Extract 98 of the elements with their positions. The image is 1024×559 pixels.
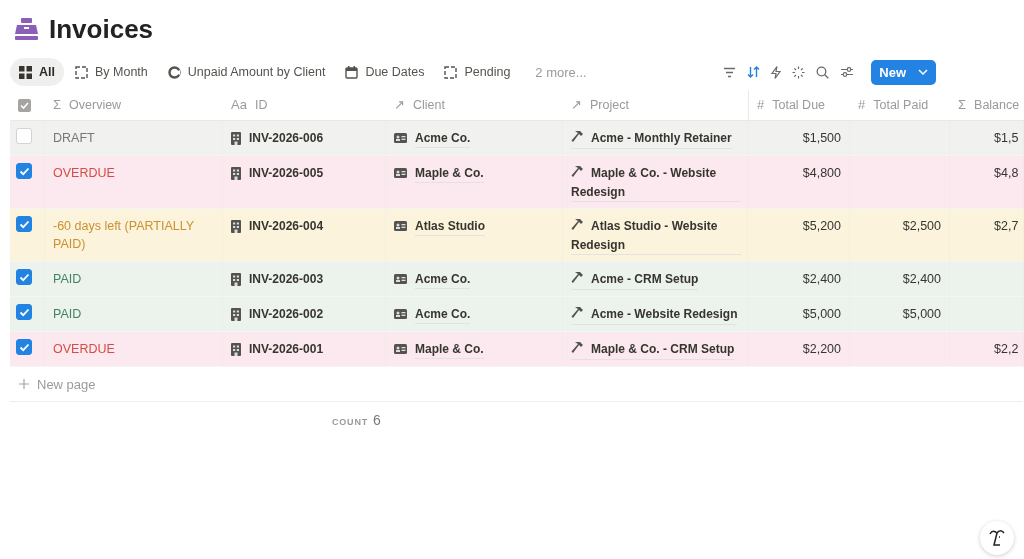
checkmark-icon	[18, 307, 30, 317]
checkmark-icon	[18, 272, 30, 282]
column-type-icon: #	[757, 96, 765, 114]
client-link[interactable]: Acme Co.	[415, 270, 471, 289]
status-text: -60 days left (PARTIALLY PAID)	[53, 218, 195, 253]
sort-icon[interactable]	[747, 66, 761, 78]
checkmark-icon	[18, 219, 30, 229]
row-checkbox[interactable]	[16, 339, 32, 355]
hammer-icon	[571, 271, 584, 284]
column-type-icon: Aa	[231, 96, 247, 114]
table-row[interactable]: OVERDUE INV-2026-001 Maple & Co. Maple & Co. - CRM Setup $2,200 $2,2	[10, 332, 1024, 367]
contact-card-icon	[394, 274, 407, 284]
invoice-id-link[interactable]: INV-2026-002	[249, 305, 324, 323]
project-link[interactable]: Acme - CRM Setup	[571, 270, 699, 290]
assistant-button[interactable]	[980, 521, 1014, 555]
amount-text: $2,500	[902, 218, 941, 235]
dashed-square-icon	[75, 65, 88, 79]
contact-card-icon	[394, 133, 407, 143]
amount-text: $2,400	[902, 271, 941, 288]
hammer-icon	[571, 165, 584, 178]
hammer-icon	[571, 306, 584, 319]
client-link[interactable]: Acme Co.	[415, 129, 471, 148]
contact-card-icon	[394, 309, 407, 319]
pie-chart-icon	[167, 65, 181, 79]
amount-text: $5,000	[902, 306, 941, 323]
amount-text: $2,2	[994, 341, 1019, 358]
view-tab[interactable]: By Month	[66, 58, 157, 86]
plus-icon	[19, 379, 29, 389]
amount-text: $2,200	[802, 341, 841, 358]
status-text: PAID	[53, 306, 82, 323]
select-all-checkbox[interactable]	[18, 98, 31, 112]
hammer-icon	[571, 218, 584, 231]
amount-text: $1,500	[802, 130, 841, 147]
project-link[interactable]: Acme - Monthly Retainer	[571, 129, 732, 149]
view-tab[interactable]: Unpaid Amount by Client	[158, 58, 335, 86]
client-link[interactable]: Maple & Co.	[415, 340, 484, 359]
invoice-id-link[interactable]: INV-2026-006	[249, 129, 324, 147]
amount-text: $2,400	[802, 271, 841, 288]
row-checkbox[interactable]	[16, 269, 32, 285]
invoice-id-link[interactable]: INV-2026-005	[249, 164, 324, 182]
checkmark-icon	[18, 166, 30, 176]
hammer-icon	[571, 130, 584, 143]
amount-text: $4,800	[802, 165, 841, 182]
column-type-icon: ↗	[394, 96, 405, 114]
page-title: Invoices	[49, 13, 154, 45]
client-link[interactable]: Atlas Studio	[415, 217, 485, 236]
amount-text: $1,5	[994, 130, 1019, 147]
row-checkbox[interactable]	[16, 304, 32, 320]
table-row[interactable]: -60 days left (PARTIALLY PAID) INV-2026-004 Atlas Studio Atlas Studio - Website Redesign $5,200 $2,500 $2,7	[10, 209, 1024, 262]
row-checkbox[interactable]	[16, 216, 32, 232]
invoice-id-link[interactable]: INV-2026-003	[249, 270, 324, 288]
table-row[interactable]: OVERDUE INV-2026-005 Maple & Co. Maple & Co. - Website Redesign $4,800 $4,8	[10, 156, 1024, 209]
grid-icon	[19, 65, 32, 79]
invoice-id-link[interactable]: INV-2026-004	[249, 217, 324, 235]
column-type-icon: Σ	[958, 96, 967, 114]
calendar-icon	[345, 65, 359, 79]
table-row[interactable]: PAID INV-2026-002 Acme Co. Acme - Website Redesign $5,000 $5,000	[10, 297, 1024, 332]
face-doodle-icon	[988, 528, 1006, 548]
status-text: OVERDUE	[53, 165, 115, 182]
hammer-icon	[571, 341, 584, 354]
contact-card-icon	[394, 168, 407, 178]
dashed-square-icon	[444, 65, 458, 79]
status-text: DRAFT	[53, 130, 95, 147]
project-link[interactable]: Atlas Studio - Website Redesign	[571, 217, 741, 255]
client-link[interactable]: Acme Co.	[415, 305, 471, 324]
lightning-icon[interactable]	[771, 65, 782, 79]
count-label: COUNT	[332, 417, 368, 427]
status-text: OVERDUE	[53, 341, 115, 358]
cash-register-icon	[14, 17, 39, 41]
row-checkbox[interactable]	[16, 163, 32, 179]
new-button[interactable]: New	[871, 59, 936, 85]
project-link[interactable]: Acme - Website Redesign	[571, 305, 738, 325]
filter-icon[interactable]	[723, 66, 737, 78]
search-icon[interactable]	[816, 65, 830, 79]
sliders-icon[interactable]	[840, 66, 855, 78]
column-type-icon: Σ	[53, 96, 62, 114]
view-tab[interactable]: Due Dates	[336, 58, 434, 86]
contact-card-icon	[394, 344, 407, 354]
project-link[interactable]: Maple & Co. - CRM Setup	[571, 340, 735, 360]
table-row[interactable]: PAID INV-2026-003 Acme Co. Acme - CRM Setup $2,400 $2,400	[10, 262, 1024, 297]
contact-card-icon	[394, 221, 407, 231]
sparkle-icon[interactable]	[792, 65, 806, 79]
table-row[interactable]: DRAFT INV-2026-006 Acme Co. Acme - Monthly Retainer $1,500 $1,5	[10, 121, 1024, 156]
column-type-icon: ↗	[571, 96, 582, 114]
checkmark-icon	[18, 342, 30, 352]
client-link[interactable]: Maple & Co.	[415, 164, 484, 183]
project-link[interactable]: Maple & Co. - Website Redesign	[571, 164, 741, 202]
amount-text: $5,200	[802, 218, 841, 235]
column-type-icon: #	[858, 96, 866, 114]
amount-text: $4,8	[994, 165, 1019, 182]
status-text: PAID	[53, 271, 82, 288]
amount-text: $5,000	[802, 306, 841, 323]
view-tab[interactable]: All	[10, 58, 64, 86]
view-tab[interactable]: Pending	[435, 58, 520, 86]
invoice-id-link[interactable]: INV-2026-001	[249, 340, 324, 358]
amount-text: $2,7	[994, 218, 1019, 235]
chevron-down-icon[interactable]	[918, 69, 928, 75]
count-value: 6	[373, 412, 381, 428]
